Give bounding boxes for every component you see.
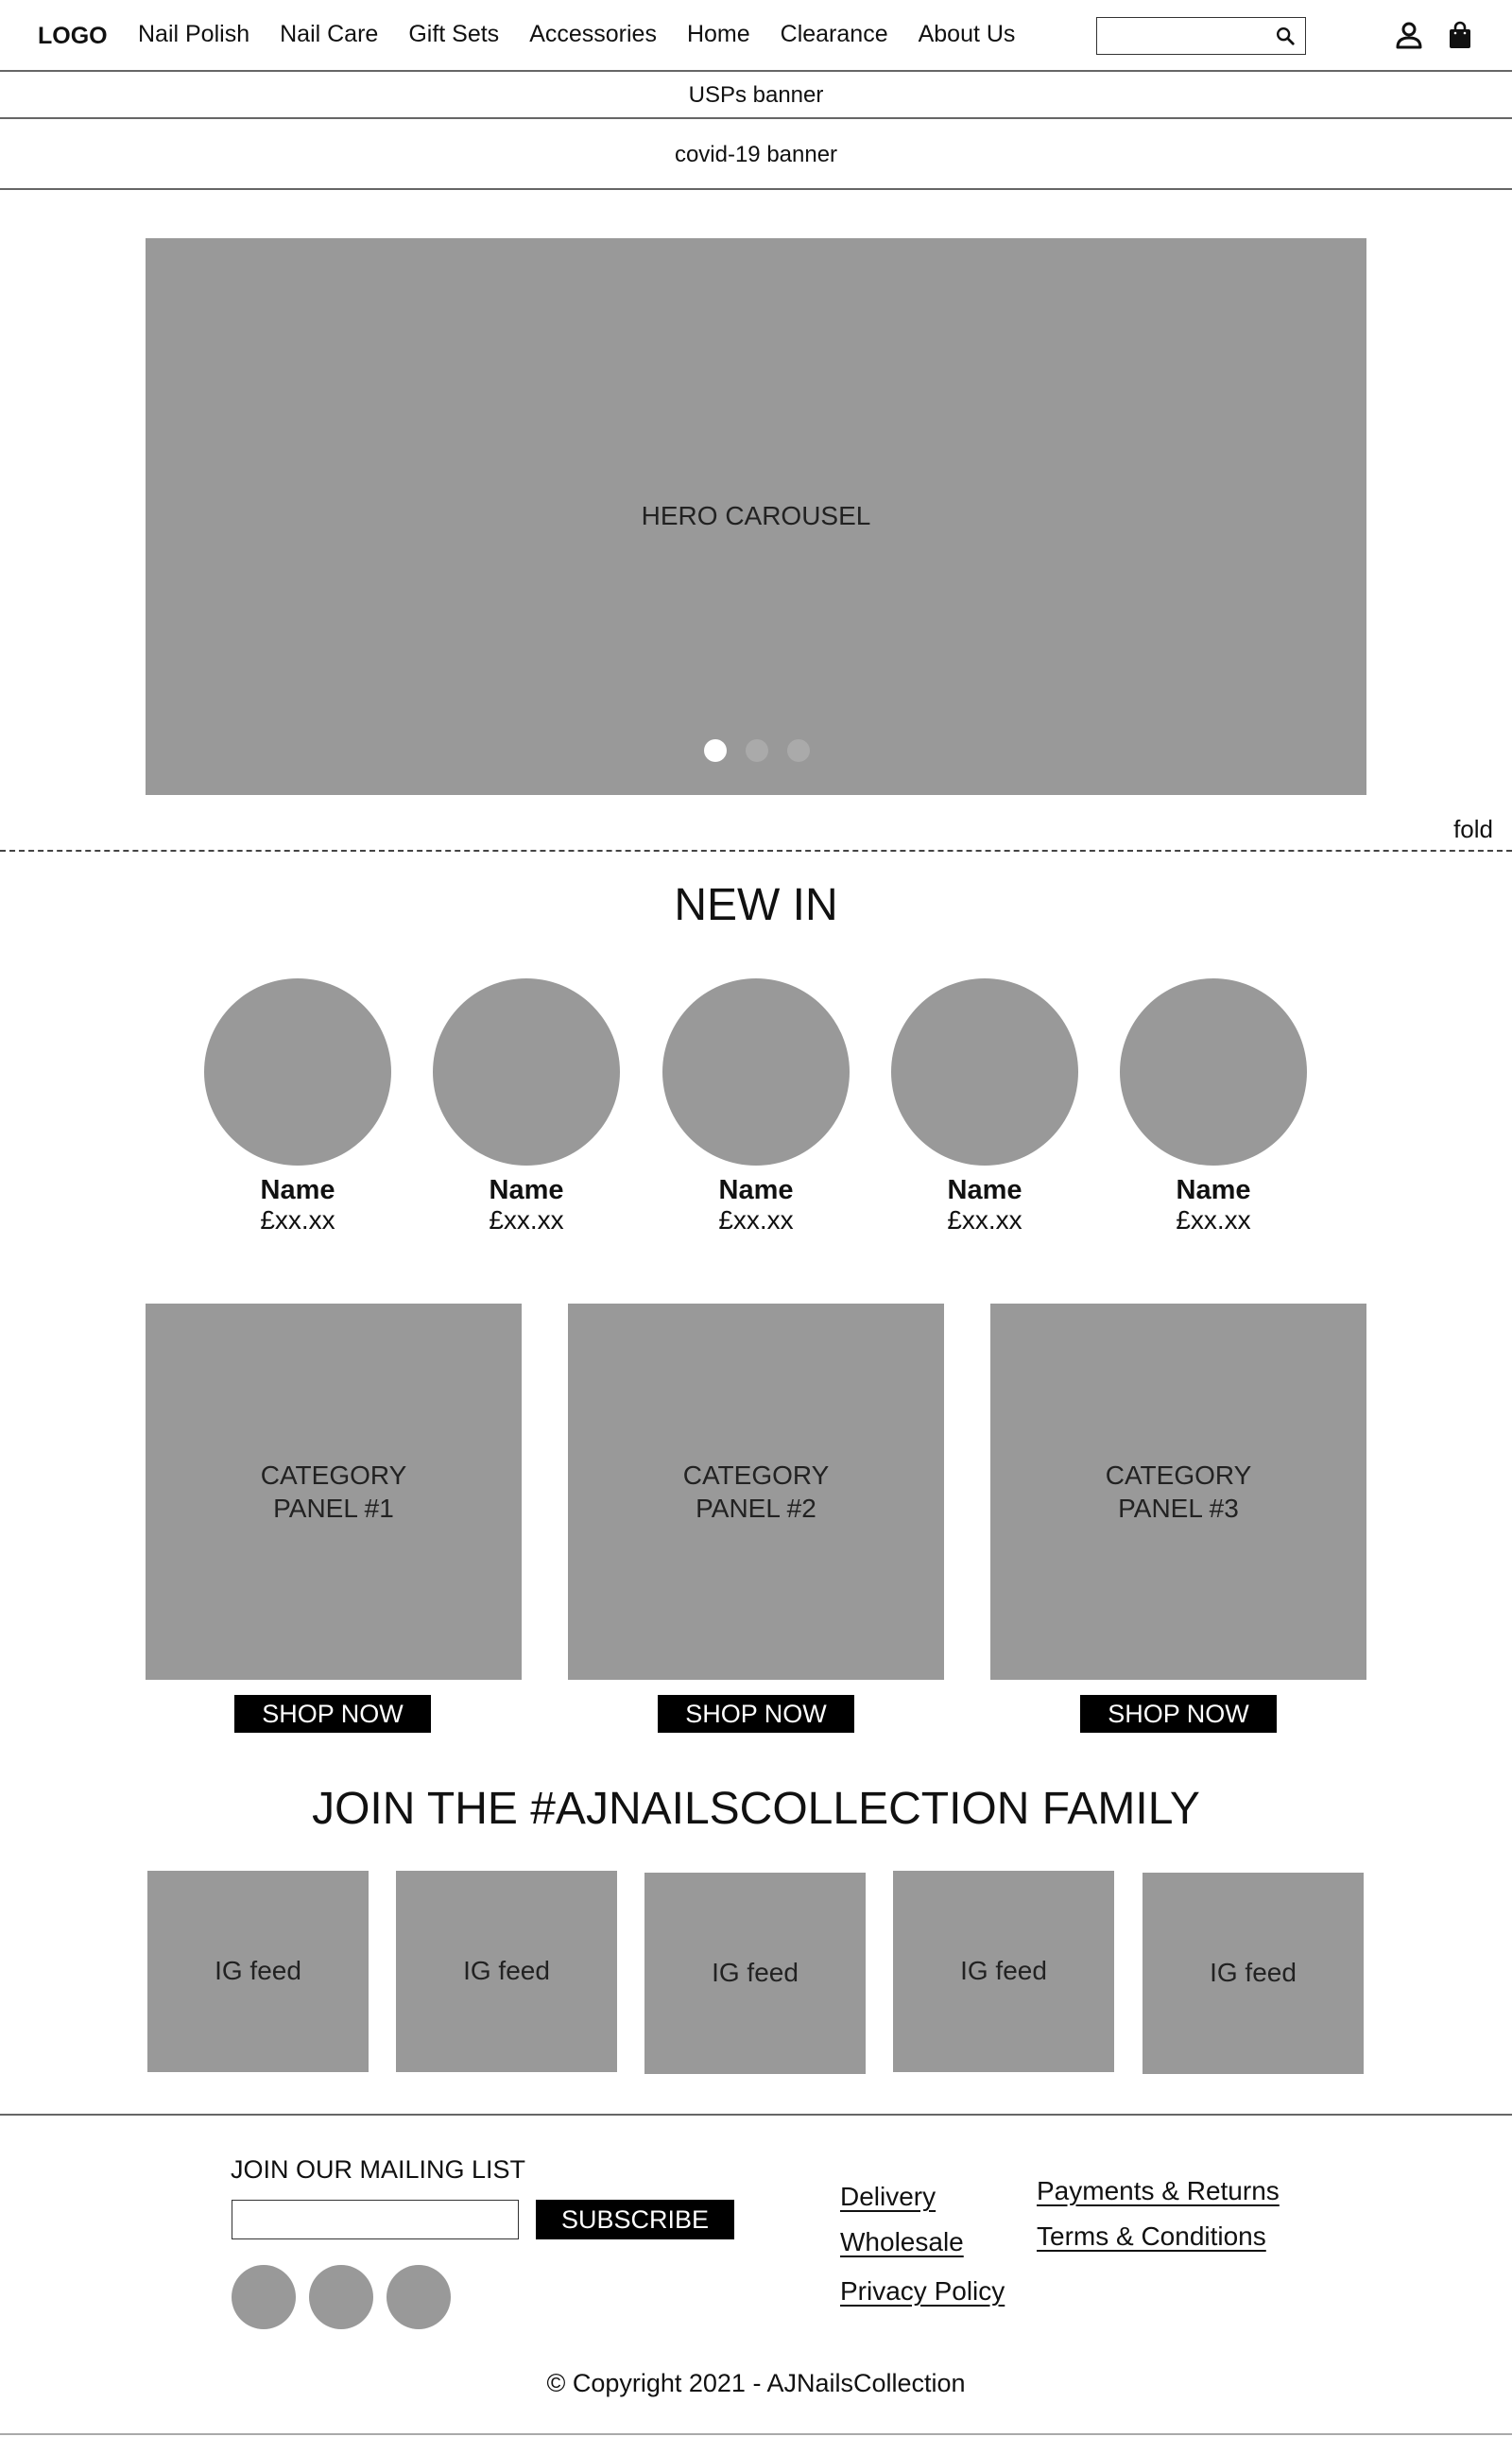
ig-feed-tile[interactable]: IG feed: [396, 1871, 617, 2072]
product-card[interactable]: Name £xx.xx: [662, 978, 850, 1236]
social-icon[interactable]: [309, 2265, 373, 2329]
social-icon[interactable]: [387, 2265, 451, 2329]
nav-item-nail-polish[interactable]: Nail Polish: [138, 21, 249, 48]
search-input[interactable]: [1103, 22, 1263, 48]
carousel-dots: [704, 739, 810, 762]
social-icon[interactable]: [232, 2265, 296, 2329]
category-panel-number: PANEL #3: [1118, 1494, 1239, 1523]
mailing-list-title: JOIN OUR MAILING LIST: [231, 2155, 526, 2184]
category-panel-number: PANEL #1: [273, 1494, 394, 1523]
shop-now-button-3[interactable]: SHOP NOW: [1080, 1695, 1277, 1733]
carousel-dot-1[interactable]: [704, 739, 727, 762]
hero-carousel[interactable]: HERO CAROUSEL: [146, 238, 1366, 795]
product-name: Name: [260, 1175, 335, 1205]
shop-now-button-2[interactable]: SHOP NOW: [658, 1695, 854, 1733]
footer-divider: [0, 2114, 1512, 2116]
product-name: Name: [947, 1175, 1022, 1205]
category-panel-label: CATEGORY: [1105, 1460, 1252, 1490]
shopping-bag-icon[interactable]: [1448, 21, 1472, 49]
category-panel-label: CATEGORY: [682, 1460, 830, 1490]
ig-feed-label: IG feed: [960, 1956, 1047, 1985]
product-card[interactable]: Name £xx.xx: [432, 978, 621, 1236]
product-card[interactable]: Name £xx.xx: [890, 978, 1079, 1236]
product-name: Name: [489, 1175, 564, 1205]
product-name: Name: [1176, 1175, 1251, 1205]
ig-feed-label: IG feed: [463, 1956, 550, 1985]
product-price: £xx.xx: [1176, 1205, 1251, 1235]
category-panel-label: CATEGORY: [260, 1460, 407, 1490]
nav-item-about-us[interactable]: About Us: [919, 21, 1016, 48]
category-panel-2[interactable]: CATEGORY PANEL #2: [568, 1304, 944, 1680]
category-panel-3[interactable]: CATEGORY PANEL #3: [990, 1304, 1366, 1680]
email-field[interactable]: [232, 2200, 519, 2239]
page-bottom-divider: [0, 2433, 1512, 2435]
footer-link-wholesale[interactable]: Wholesale: [840, 2227, 964, 2257]
usps-banner: USPs banner: [0, 72, 1512, 119]
ig-feed-tile[interactable]: IG feed: [1143, 1873, 1364, 2074]
nav-item-nail-care[interactable]: Nail Care: [280, 21, 378, 48]
product-image[interactable]: [662, 978, 850, 1166]
ig-feed-label: IG feed: [215, 1956, 301, 1985]
shop-now-button-1[interactable]: SHOP NOW: [234, 1695, 431, 1733]
category-panel-1[interactable]: CATEGORY PANEL #1: [146, 1304, 522, 1680]
product-price: £xx.xx: [718, 1205, 794, 1235]
footer-link-terms-conditions[interactable]: Terms & Conditions: [1037, 2221, 1266, 2252]
subscribe-button[interactable]: SUBSCRIBE: [536, 2200, 734, 2239]
site-header: LOGO Nail Polish Nail Care Gift Sets Acc…: [0, 0, 1512, 72]
product-image[interactable]: [433, 978, 620, 1166]
footer-link-privacy-policy[interactable]: Privacy Policy: [840, 2276, 1005, 2307]
ig-feed-label: IG feed: [712, 1958, 799, 1987]
search-box: [1096, 17, 1306, 55]
ig-feed-tile[interactable]: IG feed: [147, 1871, 369, 2072]
search-icon[interactable]: [1275, 26, 1296, 46]
nav-item-clearance[interactable]: Clearance: [781, 21, 888, 48]
nav-item-gift-sets[interactable]: Gift Sets: [408, 21, 499, 48]
fold-label: fold: [1453, 815, 1493, 843]
carousel-dot-3[interactable]: [787, 739, 810, 762]
covid-banner: covid-19 banner: [0, 119, 1512, 190]
account-icon[interactable]: [1395, 21, 1423, 49]
fold-line: [0, 850, 1512, 852]
ig-feed-tile[interactable]: IG feed: [893, 1871, 1114, 2072]
footer-link-payments-returns[interactable]: Payments & Returns: [1037, 2176, 1280, 2206]
product-image[interactable]: [1120, 978, 1307, 1166]
product-price: £xx.xx: [947, 1205, 1022, 1235]
hero-carousel-label: HERO CAROUSEL: [641, 501, 871, 530]
carousel-dot-2[interactable]: [746, 739, 768, 762]
copyright-text: © Copyright 2021 - AJNailsCollection: [546, 2369, 966, 2397]
footer-link-delivery[interactable]: Delivery: [840, 2182, 936, 2212]
nav-item-accessories[interactable]: Accessories: [529, 21, 657, 48]
product-name: Name: [718, 1175, 794, 1205]
main-nav: Nail Polish Nail Care Gift Sets Accessor…: [138, 21, 1045, 48]
site-logo[interactable]: LOGO: [38, 23, 108, 50]
ig-feed-tile[interactable]: IG feed: [644, 1873, 866, 2074]
product-price: £xx.xx: [260, 1205, 335, 1235]
product-card[interactable]: Name £xx.xx: [203, 978, 392, 1236]
product-card[interactable]: Name £xx.xx: [1119, 978, 1308, 1236]
product-price: £xx.xx: [489, 1205, 564, 1235]
instagram-title: JOIN THE #AJNAILSCOLLECTION FAMILY: [312, 1784, 1200, 1834]
new-in-title: NEW IN: [674, 880, 838, 930]
product-image[interactable]: [891, 978, 1078, 1166]
ig-feed-label: IG feed: [1210, 1958, 1297, 1987]
product-image[interactable]: [204, 978, 391, 1166]
category-panel-number: PANEL #2: [696, 1494, 816, 1523]
nav-item-home[interactable]: Home: [687, 21, 750, 48]
